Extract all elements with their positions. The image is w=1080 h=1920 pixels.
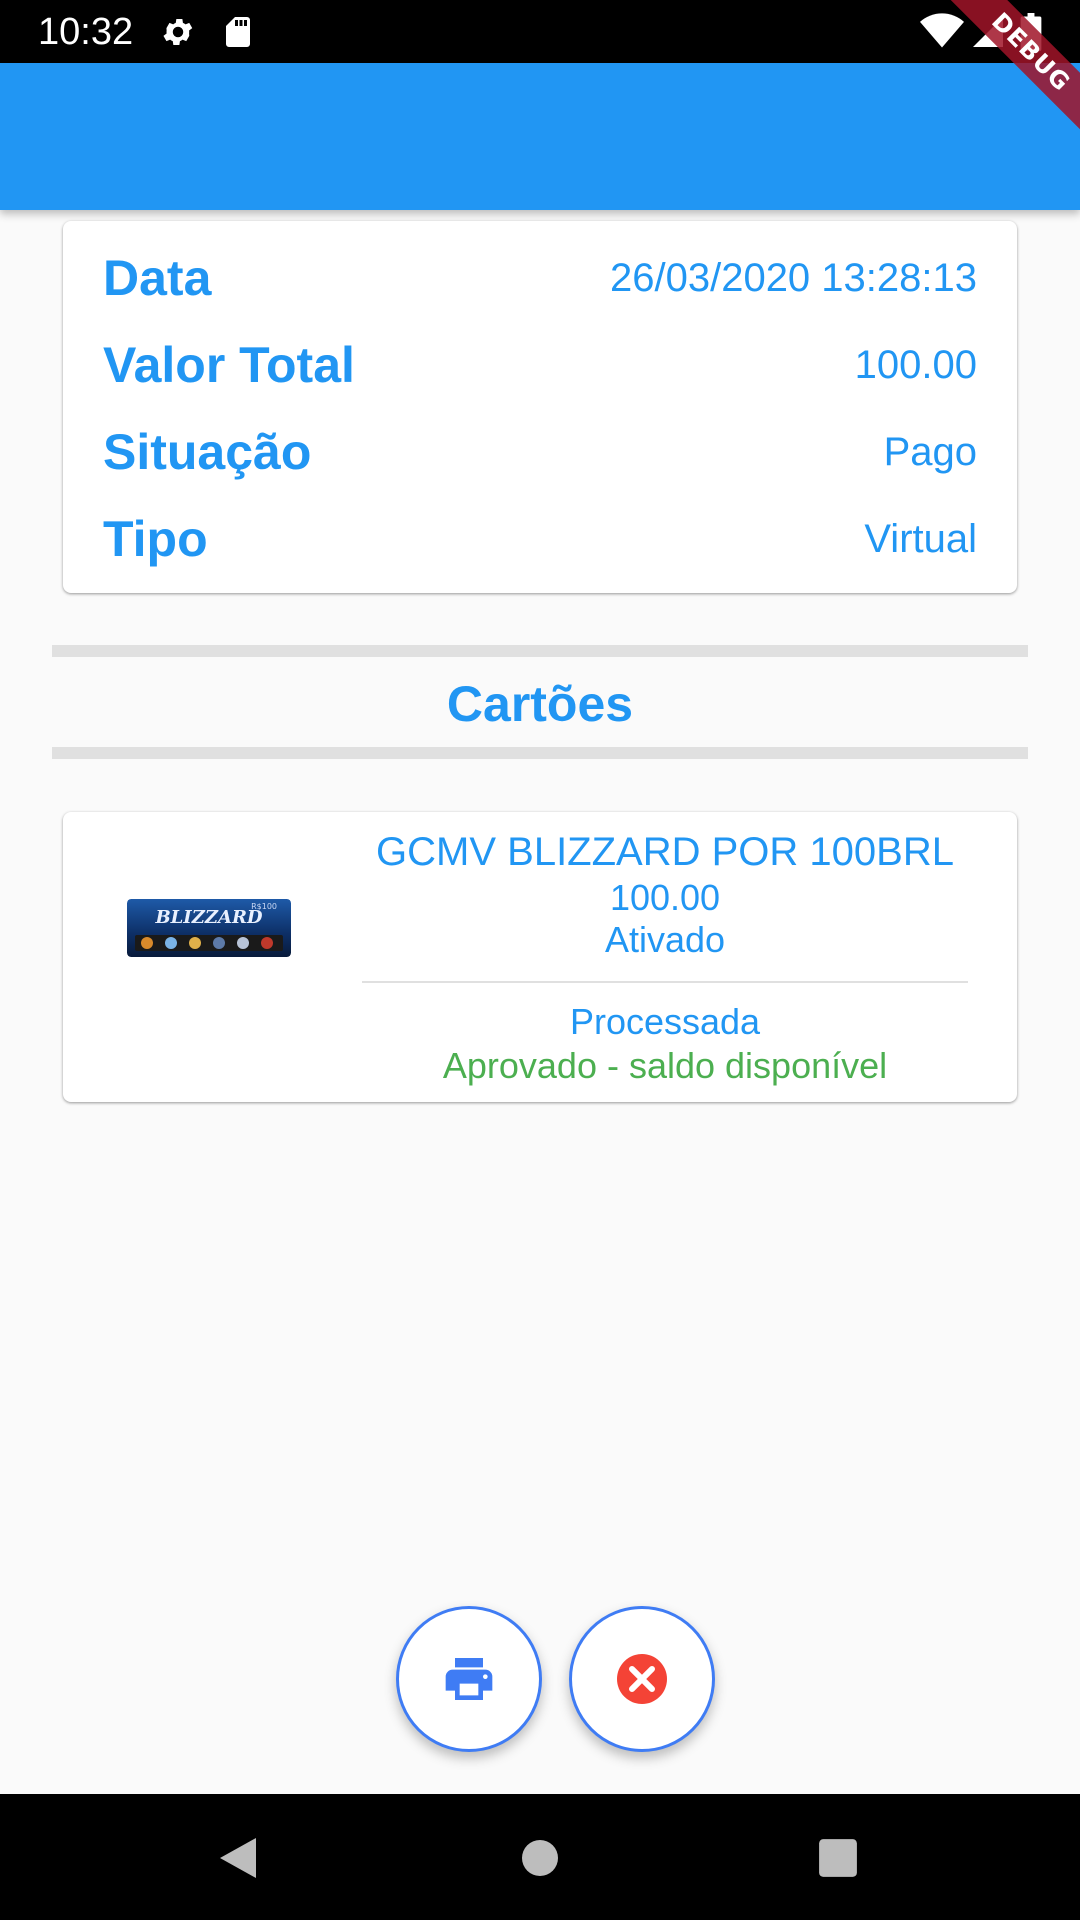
- cancel-button[interactable]: [569, 1606, 715, 1752]
- sd-card-icon: [226, 17, 250, 47]
- total-value: 100.00: [854, 343, 977, 387]
- gear-icon: [163, 18, 193, 46]
- info-row-type: Tipo Virtual: [103, 504, 977, 574]
- section-divider-bottom: [52, 747, 1028, 759]
- cancel-icon: [617, 1654, 667, 1704]
- section-divider-top: [52, 645, 1028, 657]
- thumbnail-brand: BLIZZARD: [154, 907, 262, 928]
- type-label: Tipo: [103, 511, 208, 567]
- back-icon: [220, 1838, 256, 1878]
- print-button[interactable]: [396, 1606, 542, 1752]
- card-status: Ativado: [604, 919, 726, 960]
- status-bar: 10:32: [0, 0, 1080, 63]
- date-label: Data: [103, 250, 212, 306]
- thumbnail-tag: R$100: [251, 902, 277, 911]
- cards-section-title: Cartões: [446, 676, 634, 732]
- status-value: Pago: [883, 430, 977, 474]
- card-name: GCMV BLIZZARD POR 100BRL: [376, 830, 954, 874]
- wifi-icon: [920, 13, 964, 48]
- recents-button[interactable]: [806, 1826, 870, 1890]
- total-label: Valor Total: [103, 337, 355, 393]
- card-result: Aprovado - saldo disponível: [442, 1045, 888, 1086]
- navigation-bar: [0, 1794, 1080, 1920]
- info-row-date: Data 26/03/2020 13:28:13: [103, 243, 977, 313]
- blizzard-card-thumbnail: BLIZZARD R$100: [127, 899, 291, 957]
- screen: 10:32 DEBUG Data 26/03/2020 13:28:13 Val…: [0, 0, 1080, 1920]
- print-icon: [445, 1658, 493, 1700]
- date-value: 26/03/2020 13:28:13: [609, 256, 977, 300]
- type-value: Virtual: [864, 517, 977, 561]
- home-icon: [522, 1840, 558, 1876]
- card-separator: [362, 981, 968, 983]
- home-button[interactable]: [508, 1826, 572, 1890]
- recents-icon: [819, 1839, 857, 1877]
- app-bar: [0, 63, 1080, 210]
- back-button[interactable]: [206, 1826, 270, 1890]
- info-row-total: Valor Total 100.00: [103, 330, 977, 400]
- card-value: 100.00: [609, 877, 721, 918]
- card-process-status: Processada: [569, 1001, 761, 1042]
- status-label: Situação: [103, 424, 312, 480]
- status-time: 10:32: [38, 11, 134, 53]
- info-row-status: Situação Pago: [103, 417, 977, 487]
